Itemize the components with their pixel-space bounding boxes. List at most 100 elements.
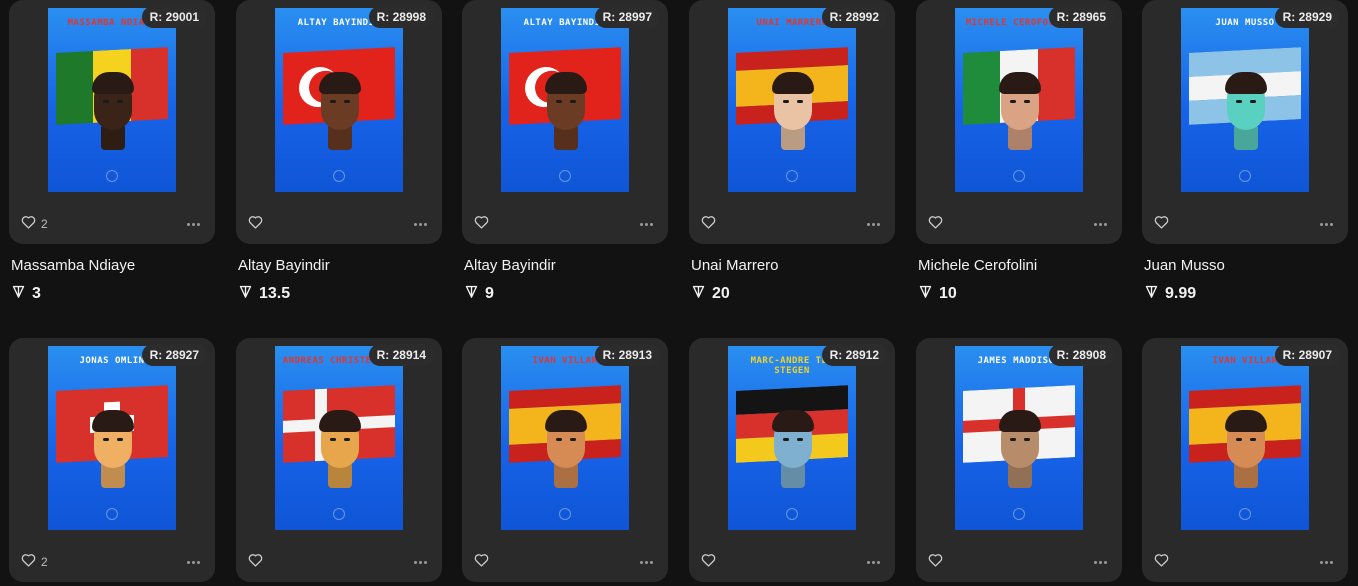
more-options-icon[interactable] — [636, 216, 656, 232]
rating-badge: R: 28992 — [821, 6, 887, 28]
like-button[interactable] — [928, 553, 943, 572]
nft-title[interactable]: Altay Bayindir — [464, 257, 556, 274]
rating-badge: R: 28912 — [821, 344, 887, 366]
ball-logo-icon — [559, 508, 571, 520]
more-options-icon[interactable] — [183, 216, 203, 232]
player-poster-image: JUAN MUSSO — [1181, 8, 1309, 192]
nft-item: JAMES MADDISON R: 28908 — [916, 338, 1122, 582]
more-options-icon[interactable] — [1090, 216, 1110, 232]
ball-logo-icon — [1239, 508, 1251, 520]
ball-logo-icon — [1239, 170, 1251, 182]
ton-icon — [1144, 284, 1159, 304]
nft-item: ALTAY BAYINDIR R: 28997 Altay Bayindir 9 — [462, 0, 668, 302]
nft-title[interactable]: Michele Cerofolini — [918, 257, 1037, 274]
more-options-icon[interactable] — [636, 554, 656, 570]
rating-badge: R: 28927 — [141, 344, 207, 366]
price-value: 13.5 — [259, 285, 291, 302]
nft-title[interactable]: Juan Musso — [1144, 257, 1225, 274]
like-button[interactable] — [1154, 215, 1169, 232]
card-footer — [248, 215, 430, 232]
price-value: 20 — [712, 285, 730, 302]
nft-card[interactable]: IVAN VILLAR R: 28907 — [1142, 338, 1348, 582]
like-button[interactable] — [248, 553, 263, 570]
nft-item: MARC-ANDRE TER STEGEN R: 28912 — [689, 338, 895, 582]
like-button[interactable] — [928, 215, 943, 234]
more-options-icon[interactable] — [1316, 554, 1336, 570]
nft-card[interactable]: JONAS OMLIN R: 28927 2 — [9, 338, 215, 582]
like-button[interactable] — [701, 215, 716, 232]
rating-badge: R: 28913 — [594, 344, 660, 366]
nft-card[interactable]: MASSAMBA NDIAYE R: 29001 2 — [9, 0, 215, 244]
nft-card[interactable]: IVAN VILLAR R: 28913 — [462, 338, 668, 582]
nft-title[interactable]: Unai Marrero — [691, 257, 779, 274]
like-button[interactable] — [248, 215, 263, 232]
nft-price: 10 — [918, 285, 957, 303]
nft-card[interactable]: JAMES MADDISON R: 28908 — [916, 338, 1122, 582]
like-button[interactable]: 2 — [21, 553, 48, 572]
more-options-icon[interactable] — [183, 554, 203, 570]
more-options-icon[interactable] — [410, 216, 430, 232]
nft-item: JONAS OMLIN R: 28927 2 — [9, 338, 215, 582]
player-poster-image: IVAN VILLAR — [1181, 346, 1309, 530]
nft-price: 9 — [464, 285, 494, 303]
player-portrait — [768, 72, 818, 150]
nft-card[interactable]: MICHELE CEROFOLINI R: 28965 — [916, 0, 1122, 244]
rating-badge: R: 29001 — [141, 6, 207, 28]
like-button[interactable] — [474, 215, 489, 232]
player-poster-image: MICHELE CEROFOLINI — [955, 8, 1083, 192]
nft-title[interactable]: Massamba Ndiaye — [11, 257, 135, 274]
price-value: 9 — [485, 285, 494, 302]
heart-icon — [928, 215, 943, 234]
ball-logo-icon — [1013, 508, 1025, 520]
nft-card[interactable]: ALTAY BAYINDIR R: 28997 — [462, 0, 668, 244]
like-button[interactable] — [1154, 553, 1169, 572]
like-button[interactable] — [474, 553, 489, 570]
more-options-icon[interactable] — [1316, 216, 1336, 232]
more-options-icon[interactable] — [863, 216, 883, 232]
more-options-icon[interactable] — [863, 554, 883, 570]
player-poster-image: JONAS OMLIN — [48, 346, 176, 530]
like-button[interactable] — [701, 553, 716, 572]
player-portrait — [995, 72, 1045, 150]
player-poster-image: ANDREAS CHRISTENSEN — [275, 346, 403, 530]
heart-icon — [21, 553, 36, 572]
nft-card[interactable]: JUAN MUSSO R: 28929 — [1142, 0, 1348, 244]
ball-logo-icon — [559, 170, 571, 182]
price-value: 9.99 — [1165, 285, 1197, 302]
heart-icon — [701, 553, 716, 572]
nft-card[interactable]: MARC-ANDRE TER STEGEN R: 28912 — [689, 338, 895, 582]
like-count: 2 — [41, 555, 48, 569]
rating-badge: R: 28997 — [594, 6, 660, 28]
nft-card[interactable]: UNAI MARRERO R: 28992 — [689, 0, 895, 244]
heart-icon — [928, 553, 943, 572]
ton-icon — [238, 284, 253, 304]
card-footer — [928, 553, 1110, 572]
nft-price: 20 — [691, 285, 730, 303]
ton-icon — [691, 284, 706, 304]
ball-logo-icon — [333, 170, 345, 182]
nft-item: IVAN VILLAR R: 28913 — [462, 338, 668, 582]
player-portrait — [315, 410, 365, 488]
nft-title[interactable]: Altay Bayindir — [238, 257, 330, 274]
more-options-icon[interactable] — [410, 554, 430, 570]
card-footer — [474, 553, 656, 570]
like-button[interactable]: 2 — [21, 215, 48, 232]
ball-logo-icon — [786, 170, 798, 182]
like-count: 2 — [41, 217, 48, 231]
card-footer — [248, 553, 430, 570]
nft-card[interactable]: ANDREAS CHRISTENSEN R: 28914 — [236, 338, 442, 582]
player-poster-image: ALTAY BAYINDIR — [501, 8, 629, 192]
nft-card[interactable]: ALTAY BAYINDIR R: 28998 — [236, 0, 442, 244]
rating-badge: R: 28965 — [1048, 6, 1114, 28]
more-options-icon[interactable] — [1090, 554, 1110, 570]
player-portrait — [315, 72, 365, 150]
card-footer — [1154, 215, 1336, 232]
player-poster-image: UNAI MARRERO — [728, 8, 856, 192]
player-poster-image: JAMES MADDISON — [955, 346, 1083, 530]
nft-item: MASSAMBA NDIAYE R: 29001 2 Massamba Ndiaye… — [9, 0, 215, 302]
player-portrait — [768, 410, 818, 488]
heart-icon — [1154, 553, 1169, 572]
card-footer — [928, 215, 1110, 234]
card-footer — [474, 215, 656, 232]
ball-logo-icon — [1013, 170, 1025, 182]
